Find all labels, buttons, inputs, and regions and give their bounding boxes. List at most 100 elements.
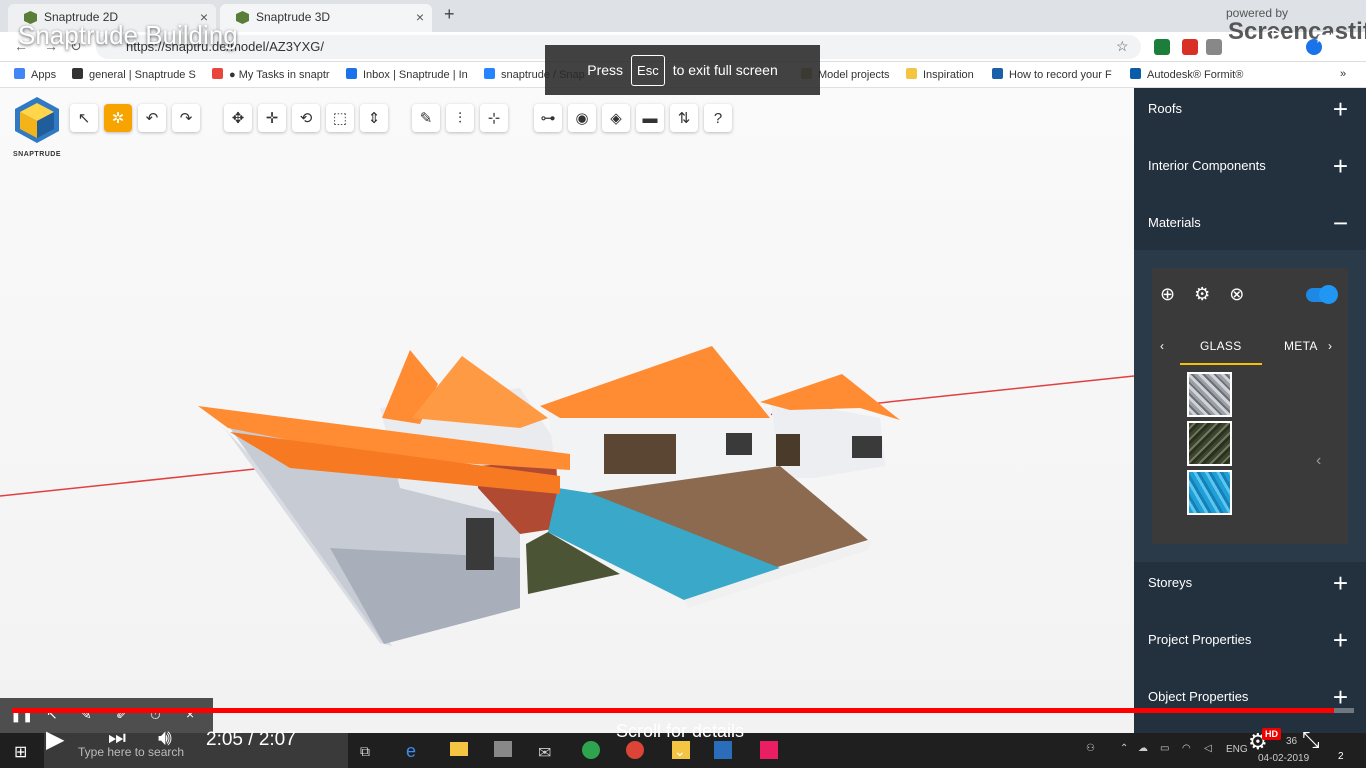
align-button[interactable]: ⊹: [480, 104, 508, 132]
undo-button[interactable]: ↶: [138, 104, 166, 132]
settings-gear-icon[interactable]: ⚙: [1194, 284, 1210, 304]
extension-icon[interactable]: [1182, 39, 1198, 55]
scale-button[interactable]: ⬚: [326, 104, 354, 132]
folder-icon: [906, 68, 917, 79]
material-actions: ⊕ ⚙ ⊗: [1160, 284, 1258, 305]
bookmark-star-icon[interactable]: ☆: [1116, 38, 1129, 55]
door: [466, 518, 494, 570]
split-icon: ⫶: [458, 109, 462, 127]
bookmark-item[interactable]: Inspiration: [906, 68, 974, 81]
watch-later-icon[interactable]: ◷: [1258, 22, 1288, 52]
bookmark-item[interactable]: Autodesk® Formit®: [1130, 68, 1243, 81]
pan-button[interactable]: ✛: [258, 104, 286, 132]
bookmark-apps[interactable]: Apps: [14, 68, 56, 81]
close-icon[interactable]: ×: [416, 9, 424, 25]
pencil-icon: ✎: [419, 110, 433, 127]
play-icon[interactable]: ▶: [46, 725, 64, 754]
scroll-for-details[interactable]: Scroll for details: [616, 721, 744, 742]
material-swatch-stone[interactable]: [1187, 372, 1232, 417]
bookmark-item[interactable]: general | Snaptrude S: [72, 68, 196, 81]
tab-glass[interactable]: GLASS: [1180, 339, 1262, 365]
3d-model-scene[interactable]: [0, 88, 1134, 733]
push-pull-icon: ⇕: [367, 110, 381, 127]
panel-collapse-icon[interactable]: ‹: [1316, 452, 1321, 470]
properties-panel: Roofs + Interior Components + Materials …: [1134, 88, 1366, 733]
share-icon[interactable]: ➦: [1312, 22, 1342, 52]
tabs-prev-icon[interactable]: ‹: [1160, 339, 1164, 353]
bookmark-item[interactable]: How to record your F: [992, 68, 1112, 81]
section-project-properties[interactable]: Project Properties +: [1134, 619, 1366, 676]
tape-measure-button[interactable]: ⊶: [534, 104, 562, 132]
section-label: Materials: [1148, 215, 1201, 230]
section-storeys[interactable]: Storeys +: [1134, 562, 1366, 619]
pointer-button[interactable]: ↖: [70, 104, 98, 132]
orbit-button[interactable]: ✲: [104, 104, 132, 132]
hd-badge: HD: [1262, 728, 1281, 740]
roof-panel: [540, 346, 770, 418]
expand-plus-icon[interactable]: +: [1333, 568, 1348, 599]
tabs-next-icon[interactable]: ›: [1328, 339, 1332, 353]
fullscreen-exit-toast: Press Esc to exit full screen: [545, 45, 820, 95]
help-icon: ?: [713, 109, 723, 127]
next-video-icon[interactable]: ⏭: [108, 727, 126, 750]
pencil-button[interactable]: ✎: [412, 104, 440, 132]
slack-icon: [72, 68, 83, 79]
video-title[interactable]: Snaptrude Building: [18, 20, 238, 51]
section-button[interactable]: ⇅: [670, 104, 698, 132]
bookmark-item[interactable]: Inbox | Snaptrude | In: [346, 68, 468, 81]
window: [726, 433, 752, 455]
tab-metal[interactable]: META: [1284, 339, 1318, 353]
material-swatch-water[interactable]: [1187, 470, 1232, 515]
redo-button[interactable]: ↷: [172, 104, 200, 132]
display-button[interactable]: ▬: [636, 104, 664, 132]
eye-icon: ◉: [575, 110, 589, 127]
window: [776, 434, 800, 466]
volume-icon[interactable]: 🔊︎: [158, 725, 172, 751]
new-tab-icon[interactable]: +: [444, 4, 455, 25]
chevron-down-icon[interactable]: ⌄: [674, 743, 686, 760]
expand-plus-icon[interactable]: +: [1333, 625, 1348, 656]
tab-snaptrude-3d[interactable]: Snaptrude 3D ×: [220, 4, 432, 32]
trello-icon: [992, 68, 1003, 79]
push-pull-button[interactable]: ⇕: [360, 104, 388, 132]
help-button[interactable]: ?: [704, 104, 732, 132]
add-material-icon[interactable]: ⊕: [1160, 284, 1175, 304]
pan-icon: ✛: [265, 110, 279, 127]
section-icon: ⇅: [677, 110, 691, 127]
section-roofs[interactable]: Roofs +: [1134, 88, 1366, 145]
bitbucket-icon: [484, 68, 495, 79]
materials-content: ⊕ ⚙ ⊗ ‹ GLASS META › ‹: [1134, 250, 1366, 562]
rotate-button[interactable]: ⟲: [292, 104, 320, 132]
bookmark-item[interactable]: ● My Tasks in snaptr: [212, 68, 330, 81]
move-button[interactable]: ✥: [224, 104, 252, 132]
split-button[interactable]: ⫶: [446, 104, 474, 132]
bookmarks-overflow[interactable]: »: [1340, 68, 1346, 80]
extension-icon[interactable]: [1206, 39, 1222, 55]
layers-button[interactable]: ◈: [602, 104, 630, 132]
section-label: Object Properties: [1148, 689, 1249, 704]
mail-icon: [346, 68, 357, 79]
material-swatch-gravel[interactable]: [1187, 421, 1232, 466]
collapse-minus-icon[interactable]: −: [1333, 208, 1348, 239]
screencastify-watermark: Screencastify: [1228, 18, 1366, 45]
section-interior-components[interactable]: Interior Components +: [1134, 145, 1366, 202]
tape-measure-icon: ⊶: [540, 110, 556, 127]
expand-plus-icon[interactable]: +: [1333, 151, 1348, 182]
viewport-3d[interactable]: SNAPTRUDE ↖ ✲ ↶ ↷ ✥ ✛ ⟲ ⬚ ⇕ ✎ ⫶ ⊹ ⊶ ◉ ◈ ▬ ⇅?: [0, 88, 1134, 733]
window: [852, 436, 882, 458]
snaptrude-logo-icon: [15, 97, 59, 143]
time-separator: /: [248, 729, 254, 750]
section-label: Storeys: [1148, 575, 1193, 590]
material-category-tabs: ‹ GLASS META ›: [1152, 334, 1348, 368]
evernote-extension-icon[interactable]: [1154, 39, 1170, 55]
toast-suffix: to exit full screen: [672, 62, 778, 78]
expand-plus-icon[interactable]: +: [1333, 94, 1348, 125]
exit-fullscreen-icon[interactable]: ⤡: [1302, 727, 1320, 753]
materials-toggle[interactable]: [1306, 285, 1338, 304]
video-timecode: 2:05 / 2:07: [206, 729, 296, 751]
remove-material-icon[interactable]: ⊗: [1229, 284, 1244, 304]
eye-button[interactable]: ◉: [568, 104, 596, 132]
total-time: 2:07: [258, 729, 296, 750]
layers-icon: ◈: [610, 110, 622, 127]
display-icon: ▬: [642, 109, 658, 127]
